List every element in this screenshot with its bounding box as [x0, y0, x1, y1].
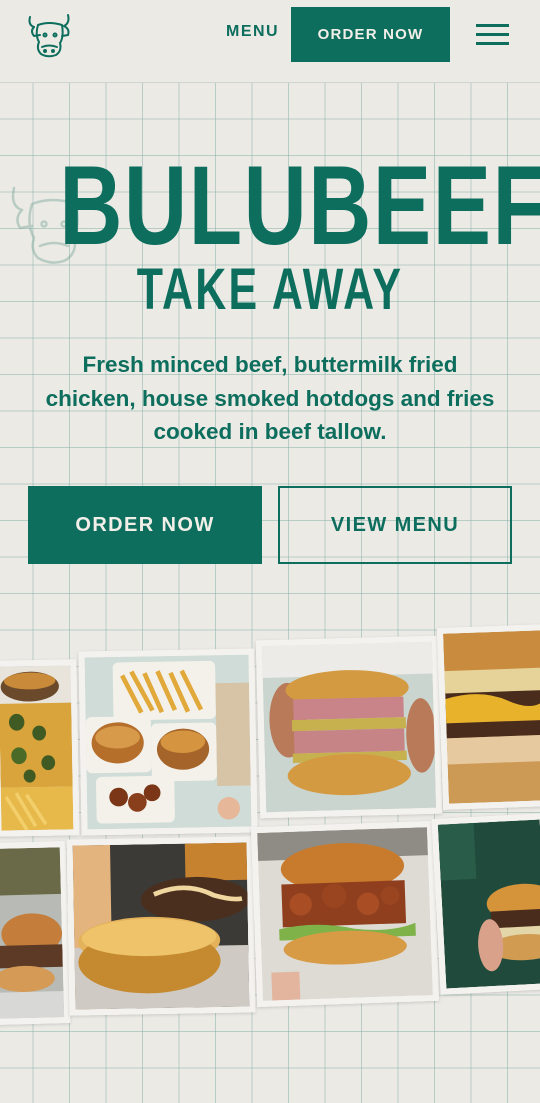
view-menu-button[interactable]: VIEW MENU — [278, 486, 512, 564]
header-order-now-button[interactable]: ORDER NOW — [291, 7, 450, 62]
hero-title: BULUBEEF — [59, 143, 540, 268]
stacked-smash-burger-photo — [255, 635, 443, 819]
hand-holding-burger-photo — [431, 813, 540, 995]
cow-head-icon[interactable] — [24, 11, 74, 59]
cheeseburger-closeup-photo — [436, 624, 540, 810]
burger-with-jalapenos-photo — [0, 659, 80, 837]
burger-sandwich-edge-photo — [0, 841, 71, 1025]
hero-order-now-button[interactable]: ORDER NOW — [28, 486, 262, 564]
menu-link[interactable]: MENU — [226, 23, 279, 41]
hamburger-menu-icon[interactable] — [476, 24, 510, 46]
fried-chicken-burger-photo — [250, 820, 440, 1008]
takeaway-spread-photo — [78, 648, 258, 836]
hero-subtitle: TAKE AWAY — [136, 257, 404, 322]
site-header: MENU ORDER NOW — [0, 0, 540, 83]
sesame-bun-photo — [66, 836, 256, 1016]
hero-tagline: Fresh minced beef, buttermilk fried chic… — [45, 352, 495, 444]
